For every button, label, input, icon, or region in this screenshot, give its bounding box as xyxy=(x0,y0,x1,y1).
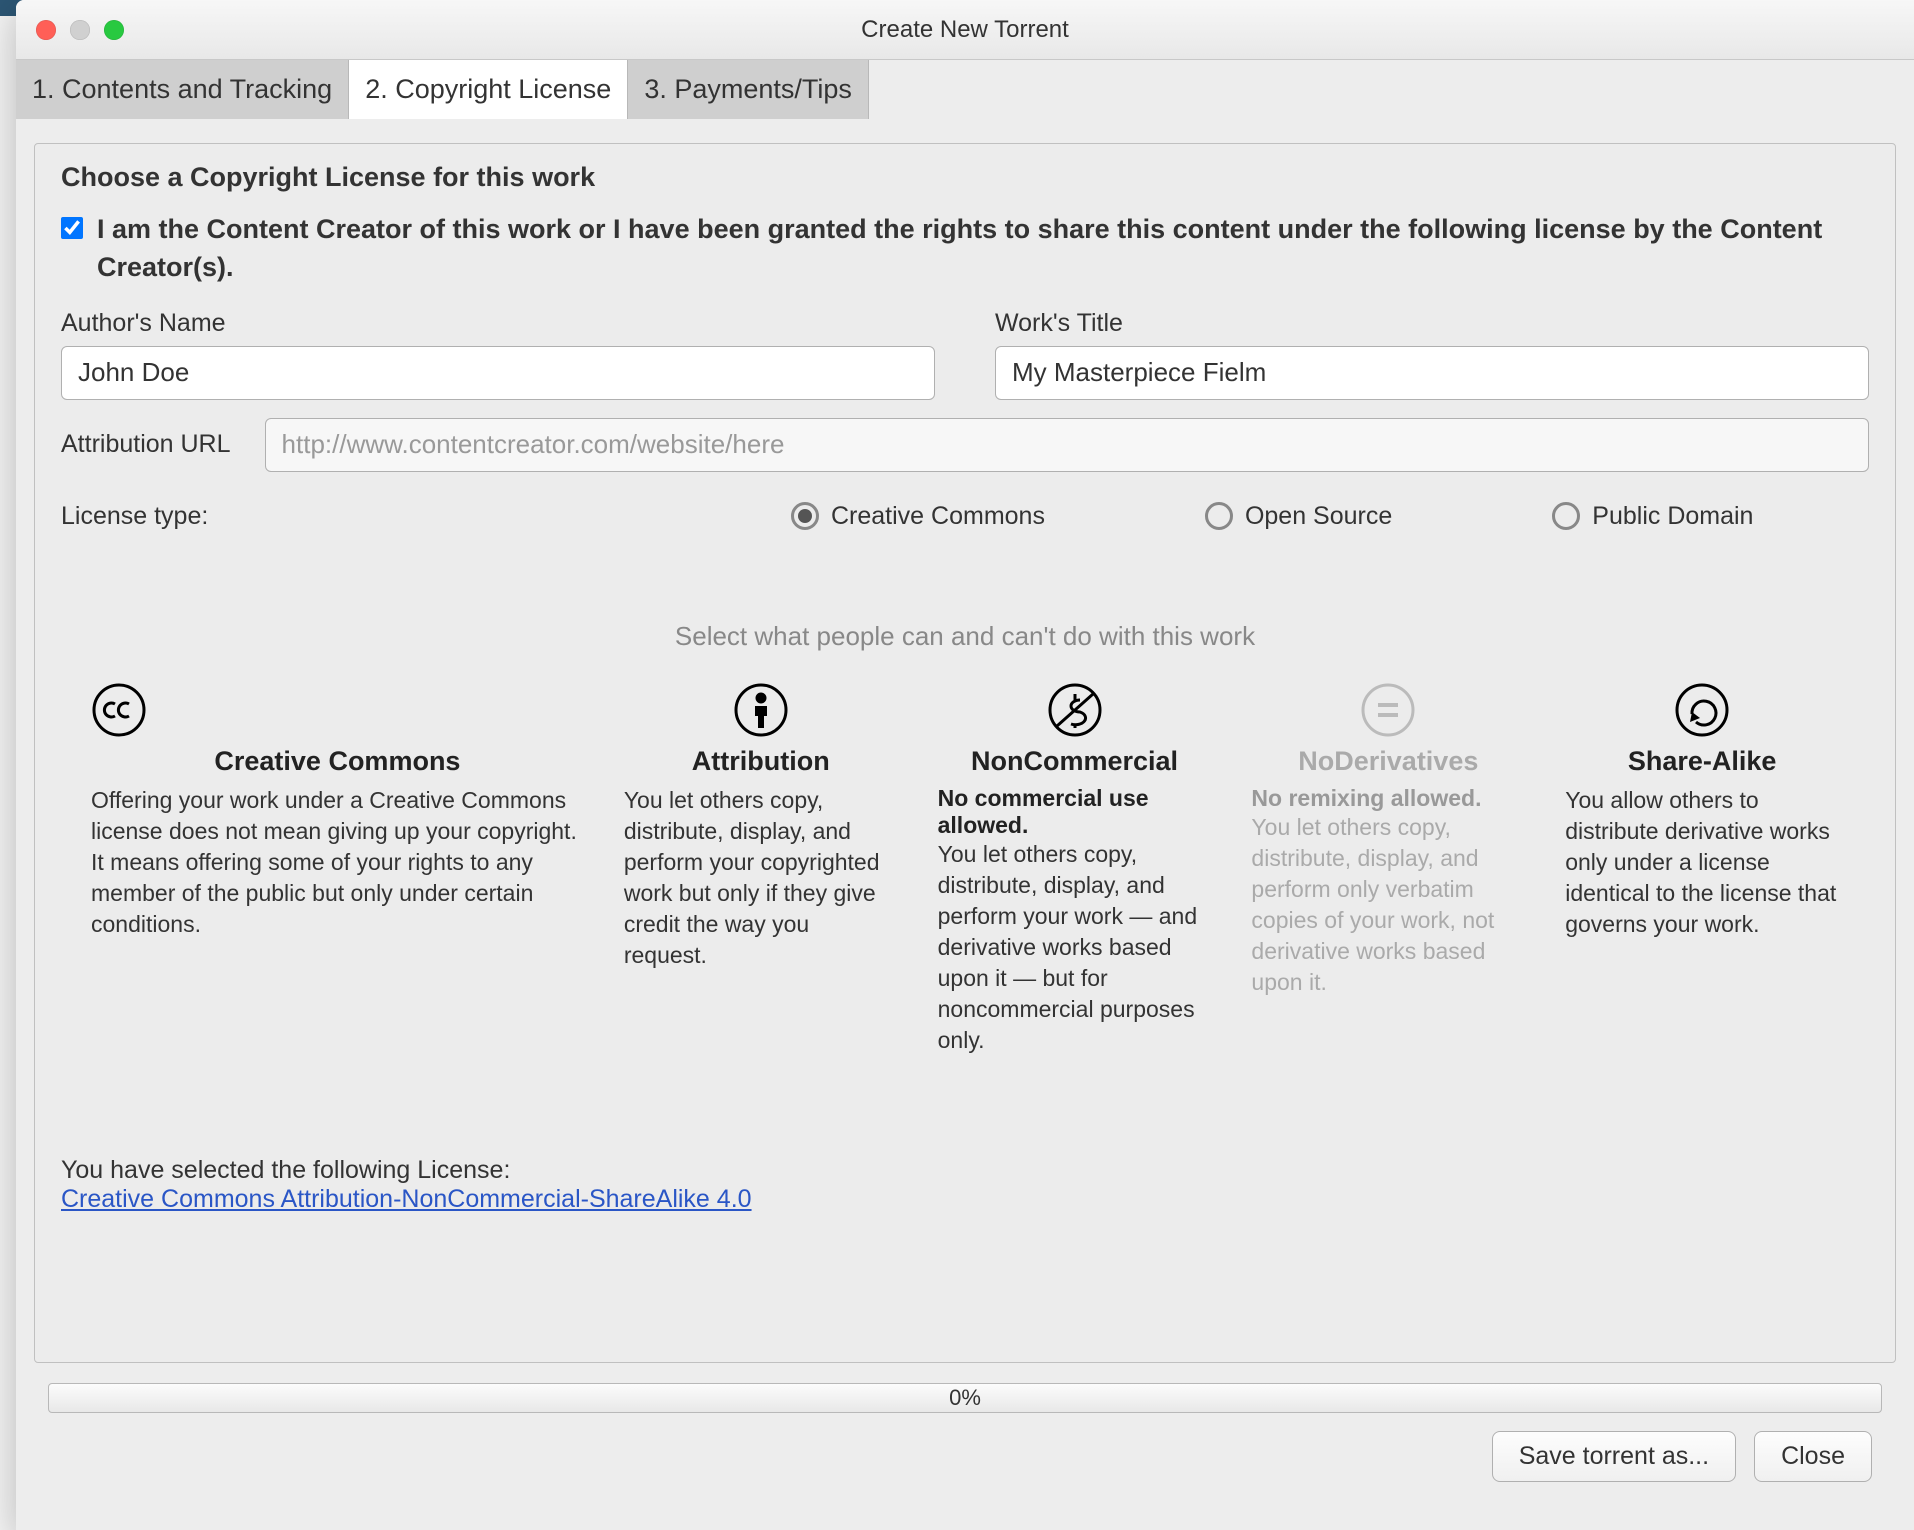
selected-license-link[interactable]: Creative Commons Attribution-NonCommerci… xyxy=(61,1185,752,1213)
license-col-sharealike[interactable]: Share-Alike You allow others to distribu… xyxy=(1565,682,1839,1056)
radio-icon xyxy=(791,502,819,530)
tab-payments-tips[interactable]: 3. Payments/Tips xyxy=(628,60,869,119)
radio-open-source[interactable]: Open Source xyxy=(1205,502,1392,531)
create-torrent-window: Create New Torrent 1. Contents and Track… xyxy=(16,0,1914,1530)
progress-text: 0% xyxy=(949,1385,981,1411)
tab-copyright-license[interactable]: 2. Copyright License xyxy=(349,60,628,119)
tab-contents-tracking[interactable]: 1. Contents and Tracking xyxy=(16,60,349,119)
sharealike-icon xyxy=(1674,682,1730,738)
group-legend: Choose a Copyright License for this work xyxy=(61,162,1869,193)
progress-bar: 0% xyxy=(48,1383,1882,1413)
window-title: Create New Torrent xyxy=(861,16,1069,44)
license-col-cc: Creative Commons Offering your work unde… xyxy=(91,682,584,1056)
work-title-label: Work's Title xyxy=(995,309,1869,338)
selected-license: You have selected the following License:… xyxy=(61,1156,1869,1214)
cc-icon xyxy=(91,682,147,738)
author-name-input[interactable] xyxy=(61,346,935,400)
content-creator-label: I am the Content Creator of this work or… xyxy=(97,211,1869,287)
license-groupbox: Choose a Copyright License for this work… xyxy=(34,143,1896,1363)
license-col-noderivatives[interactable]: NoDerivatives No remixing allowed. You l… xyxy=(1251,682,1525,1056)
minimize-window-icon[interactable] xyxy=(70,20,90,40)
author-name-label: Author's Name xyxy=(61,309,935,338)
content-creator-checkbox[interactable] xyxy=(61,217,83,239)
license-col-attribution[interactable]: Attribution You let others copy, distrib… xyxy=(624,682,898,1056)
radio-icon xyxy=(1552,502,1580,530)
license-type-label: License type: xyxy=(61,502,791,531)
license-col-noncommercial[interactable]: NonCommercial No commercial use allowed.… xyxy=(938,682,1212,1056)
window-controls xyxy=(36,20,124,40)
radio-public-domain[interactable]: Public Domain xyxy=(1552,502,1753,531)
radio-icon xyxy=(1205,502,1233,530)
noncommercial-icon xyxy=(1047,682,1103,738)
close-button[interactable]: Close xyxy=(1754,1431,1872,1482)
attribution-icon xyxy=(733,682,789,738)
radio-creative-commons[interactable]: Creative Commons xyxy=(791,502,1045,531)
titlebar: Create New Torrent xyxy=(16,0,1914,60)
save-torrent-button[interactable]: Save torrent as... xyxy=(1492,1431,1736,1482)
tab-bar: 1. Contents and Tracking 2. Copyright Li… xyxy=(16,60,1914,119)
noderivatives-icon xyxy=(1360,682,1416,738)
attribution-url-input[interactable] xyxy=(265,418,1869,472)
attribution-url-label: Attribution URL xyxy=(61,430,231,459)
license-subtitle: Select what people can and can't do with… xyxy=(61,621,1869,652)
close-window-icon[interactable] xyxy=(36,20,56,40)
work-title-input[interactable] xyxy=(995,346,1869,400)
maximize-window-icon[interactable] xyxy=(104,20,124,40)
